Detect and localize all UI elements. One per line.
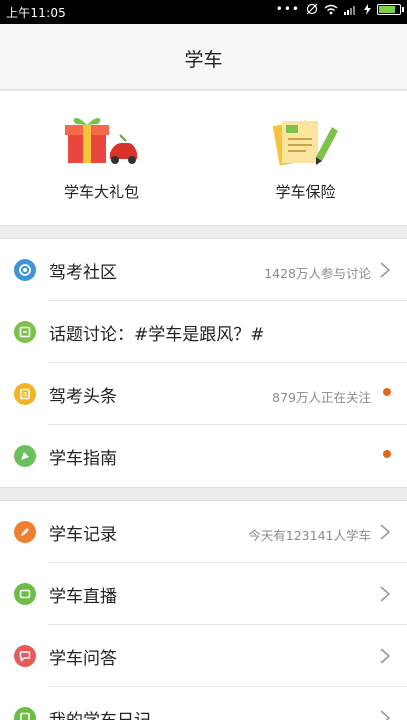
more-dots-icon: ••• xyxy=(275,2,300,16)
title-bar: 学车 xyxy=(0,24,407,90)
row-value: 今天有123141人学车 xyxy=(248,528,371,543)
promo-insurance[interactable]: 学车保险 xyxy=(204,91,407,226)
chevron-right-icon xyxy=(380,524,391,540)
menu-group-learning: 学车记录 今天有123141人学车 学车直播 学车问答 我的学车日记 xyxy=(0,500,407,720)
promo-section: 学车大礼包 学车保险 xyxy=(0,91,407,226)
row-topic-discussion[interactable]: 话题讨论：#学车是跟风？# xyxy=(0,301,407,363)
chevron-right-icon xyxy=(380,710,391,720)
status-bar: 上午11:05 ••• xyxy=(0,0,407,24)
row-learning-qa[interactable]: 学车问答 xyxy=(0,625,407,687)
row-label: 学车记录 xyxy=(49,525,117,545)
page-title: 学车 xyxy=(184,49,223,71)
live-icon xyxy=(14,583,36,605)
menu-group-community: 驾考社区 1428万人参与讨论 话题讨论：#学车是跟风？# 驾考头条 879万人… xyxy=(0,238,407,488)
promo-gift-package[interactable]: 学车大礼包 xyxy=(0,91,203,226)
row-label: 学车指南 xyxy=(49,449,117,469)
row-driving-community[interactable]: 驾考社区 1428万人参与讨论 xyxy=(0,239,407,301)
chevron-right-icon xyxy=(380,648,391,664)
battery-icon xyxy=(377,3,404,15)
row-learning-live[interactable]: 学车直播 xyxy=(0,563,407,625)
charging-icon xyxy=(364,3,371,15)
status-time: 上午11:05 xyxy=(6,6,66,20)
promo-label-insurance: 学车保险 xyxy=(275,183,336,201)
chevron-right-icon xyxy=(380,262,391,278)
row-label: 驾考社区 xyxy=(49,263,117,283)
promo-label-gift: 学车大礼包 xyxy=(63,183,139,201)
row-value: 879万人正在关注 xyxy=(272,390,371,405)
row-label: 驾考头条 xyxy=(49,387,117,407)
row-label: 话题讨论：#学车是跟风？# xyxy=(49,325,265,345)
new-badge-dot xyxy=(383,450,391,458)
status-icons: ••• xyxy=(275,2,404,16)
row-label: 我的学车日记 xyxy=(49,706,151,720)
qa-icon xyxy=(14,645,36,667)
chevron-right-icon xyxy=(380,586,391,602)
wifi-icon xyxy=(324,4,338,14)
new-badge-dot xyxy=(383,388,391,396)
community-icon xyxy=(14,259,36,281)
row-driving-headlines[interactable]: 驾考头条 879万人正在关注 xyxy=(0,363,407,425)
signal-icon xyxy=(344,5,355,15)
headline-icon xyxy=(14,383,36,405)
topic-icon xyxy=(14,321,36,343)
row-driving-guide[interactable]: 学车指南 xyxy=(0,425,407,487)
guide-icon xyxy=(14,445,36,467)
diary-icon xyxy=(14,707,36,720)
gift-car-icon xyxy=(64,117,137,164)
record-icon xyxy=(14,521,36,543)
insurance-docs-icon xyxy=(272,120,338,166)
alarm-off-icon xyxy=(306,3,318,15)
row-value: 1428万人参与讨论 xyxy=(264,266,371,281)
row-learning-record[interactable]: 学车记录 今天有123141人学车 xyxy=(0,501,407,563)
row-my-diary[interactable]: 我的学车日记 xyxy=(0,687,407,720)
row-label: 学车问答 xyxy=(49,649,117,669)
row-label: 学车直播 xyxy=(49,587,117,607)
